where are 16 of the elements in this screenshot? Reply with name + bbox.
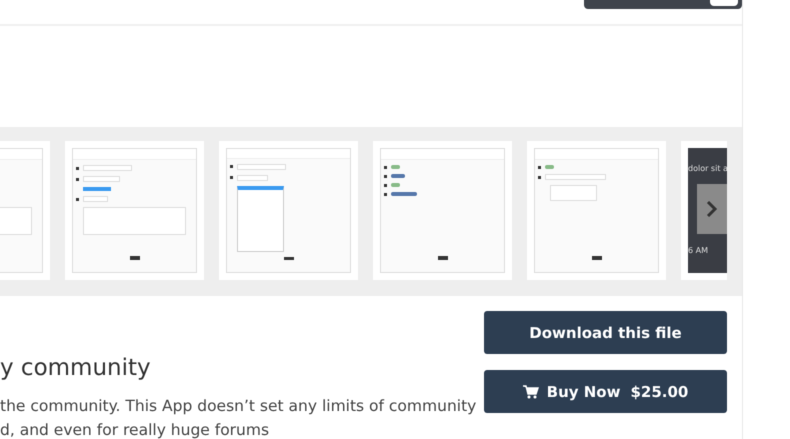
description-text: the community. This App doesn’t set any limits of community: [0, 397, 478, 415]
header-button[interactable]: [584, 0, 742, 9]
screenshot-thumbnail[interactable]: [527, 141, 666, 280]
buy-now-button[interactable]: Buy Now $25.00: [484, 370, 727, 413]
screenshot-thumbnail[interactable]: dolor sit a 6 AM: [681, 141, 727, 280]
section-heading: y community: [0, 355, 152, 381]
screenshot-thumbnail[interactable]: [219, 141, 358, 280]
thumbnail-text: 6 AM: [688, 246, 710, 255]
screenshot-thumbnail[interactable]: [65, 141, 204, 280]
screenshot-thumbnail[interactable]: [373, 141, 512, 280]
chevron-right-icon: [706, 201, 718, 217]
next-button[interactable]: [697, 184, 727, 234]
thumbnail-text: dolor sit a: [688, 164, 727, 173]
cart-icon: [522, 384, 539, 398]
description-text: d, and even for really huge forums: [0, 421, 270, 439]
download-button[interactable]: Download this file: [484, 311, 727, 354]
